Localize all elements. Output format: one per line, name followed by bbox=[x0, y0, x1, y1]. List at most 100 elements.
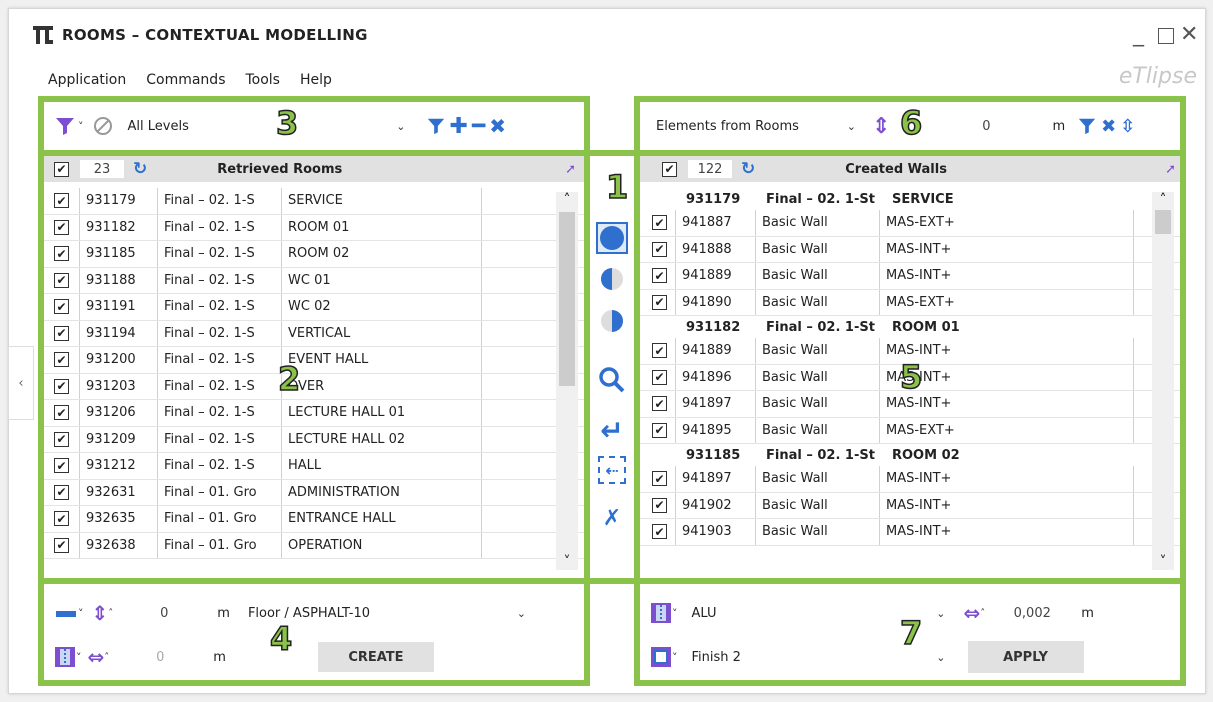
width-input[interactable]: 0 bbox=[119, 642, 202, 672]
chevron-down-icon[interactable]: ˅ bbox=[672, 607, 678, 620]
table-row[interactable]: ✔ 941887 Basic Wall MAS-EXT+ bbox=[640, 210, 1180, 237]
chevron-down-icon[interactable]: ˅ bbox=[78, 607, 84, 620]
add-icon[interactable]: ✚ bbox=[450, 114, 468, 139]
menu-help[interactable]: Help bbox=[300, 72, 332, 88]
scroll-up-icon[interactable]: ˄ bbox=[1152, 192, 1174, 208]
chevron-up-icon[interactable]: ˄ bbox=[108, 608, 113, 619]
height-input[interactable]: 0 bbox=[123, 598, 206, 628]
filter-icon[interactable] bbox=[54, 115, 76, 137]
apply-filter-icon[interactable] bbox=[426, 116, 446, 136]
finish-icon[interactable] bbox=[650, 646, 672, 668]
scroll-up-icon[interactable]: ˄ bbox=[556, 192, 578, 208]
row-checkbox[interactable]: ✔ bbox=[54, 193, 69, 209]
row-checkbox[interactable]: ✔ bbox=[54, 378, 69, 394]
maximize-icon[interactable] bbox=[1158, 28, 1174, 44]
table-row[interactable]: ✔ 941890 Basic Wall MAS-EXT+ bbox=[640, 289, 1180, 316]
filter-icon[interactable] bbox=[1077, 116, 1097, 136]
remove-icon[interactable]: ━ bbox=[472, 114, 485, 139]
table-row[interactable]: ✔ 932635 Final – 01. Gro ENTRANCE HALL bbox=[44, 506, 584, 533]
row-checkbox[interactable]: ✔ bbox=[54, 246, 69, 262]
chevron-down-icon[interactable]: ˅ bbox=[78, 120, 84, 133]
row-checkbox[interactable]: ✔ bbox=[652, 497, 667, 513]
row-checkbox[interactable]: ✔ bbox=[652, 471, 667, 487]
table-row[interactable]: ✔ 932638 Final – 01. Gro OPERATION bbox=[44, 532, 584, 559]
wall-layer-icon[interactable] bbox=[54, 646, 76, 668]
refresh-icon[interactable]: ↻ bbox=[133, 159, 147, 179]
select-cursor-icon[interactable]: ➚ bbox=[1165, 162, 1176, 177]
collapse-left-icon[interactable]: ‹ bbox=[8, 346, 34, 420]
level-dropdown[interactable]: All Levels ⌄ bbox=[121, 111, 412, 141]
table-row[interactable]: ✔ 931209 Final – 02. 1-S LECTURE HALL 02 bbox=[44, 426, 584, 453]
full-room-button[interactable] bbox=[596, 222, 628, 254]
row-checkbox[interactable]: ✔ bbox=[54, 431, 69, 447]
clear-icon[interactable]: ✖ bbox=[1101, 116, 1116, 137]
table-row[interactable]: ✔ 941889 Basic Wall MAS-INT+ bbox=[640, 263, 1180, 290]
apply-button[interactable]: APPLY bbox=[967, 641, 1084, 673]
menu-tools[interactable]: Tools bbox=[245, 72, 280, 88]
table-row[interactable]: ✔ 931188 Final – 02. 1-S WC 01 bbox=[44, 267, 584, 294]
floor-slab-icon[interactable] bbox=[54, 601, 78, 625]
half-right-icon[interactable] bbox=[599, 308, 625, 334]
row-checkbox[interactable]: ✔ bbox=[54, 458, 69, 474]
select-all-checkbox[interactable]: ✔ bbox=[662, 161, 677, 177]
create-button[interactable]: CREATE bbox=[317, 642, 434, 672]
table-row[interactable]: ✔ 941902 Basic Wall MAS-INT+ bbox=[640, 492, 1180, 519]
source-dropdown[interactable]: Elements from Rooms ⌄ bbox=[650, 111, 862, 141]
table-row[interactable]: ✔ 931179 Final – 02. 1-S SERVICE bbox=[44, 188, 584, 215]
return-icon[interactable]: ↵ bbox=[596, 414, 628, 447]
half-left-icon[interactable] bbox=[599, 266, 625, 292]
row-checkbox[interactable]: ✔ bbox=[652, 343, 667, 359]
table-row[interactable]: ✔ 931191 Final – 02. 1-S WC 02 bbox=[44, 294, 584, 321]
chevron-up-icon[interactable]: ˄ bbox=[980, 608, 985, 619]
wall-layer-icon[interactable] bbox=[650, 602, 672, 624]
scroll-thumb[interactable] bbox=[1155, 210, 1171, 234]
minimize-icon[interactable]: _ bbox=[1133, 22, 1144, 47]
table-row[interactable]: ✔ 941895 Basic Wall MAS-EXT+ bbox=[640, 417, 1180, 444]
table-row[interactable]: ✔ 941897 Basic Wall MAS-INT+ bbox=[640, 466, 1180, 493]
select-all-checkbox[interactable]: ✔ bbox=[54, 161, 69, 177]
row-checkbox[interactable]: ✔ bbox=[54, 511, 69, 527]
row-checkbox[interactable]: ✔ bbox=[652, 215, 667, 231]
row-checkbox[interactable]: ✔ bbox=[652, 294, 667, 310]
table-row[interactable]: ✔ 931203 Final – 02. 1-S OVER bbox=[44, 373, 584, 400]
refresh-icon[interactable]: ↻ bbox=[741, 159, 755, 179]
row-checkbox[interactable]: ✔ bbox=[652, 369, 667, 385]
zoom-icon[interactable] bbox=[598, 366, 626, 394]
table-row[interactable]: ✔ 931212 Final – 02. 1-S HALL bbox=[44, 453, 584, 480]
select-cursor-icon[interactable]: ➚ bbox=[565, 162, 576, 177]
row-checkbox[interactable]: ✔ bbox=[652, 268, 667, 284]
row-checkbox[interactable]: ✔ bbox=[54, 405, 69, 421]
no-filter-icon[interactable] bbox=[92, 115, 114, 137]
deselect-icon[interactable]: ✗ bbox=[598, 506, 626, 531]
table-row[interactable]: ✔ 931185 Final – 02. 1-S ROOM 02 bbox=[44, 241, 584, 268]
chevron-up-icon[interactable]: ˄ bbox=[104, 652, 109, 663]
scroll-down-icon[interactable]: ˅ bbox=[556, 554, 578, 570]
scroll-thumb[interactable] bbox=[559, 212, 575, 386]
table-row[interactable]: ✔ 932631 Final – 01. Gro ADMINISTRATION bbox=[44, 479, 584, 506]
table-row[interactable]: ✔ 941888 Basic Wall MAS-INT+ bbox=[640, 236, 1180, 263]
scroll-down-icon[interactable]: ˅ bbox=[1152, 554, 1174, 570]
menu-commands[interactable]: Commands bbox=[146, 72, 225, 88]
clear-icon[interactable]: ✖ bbox=[489, 114, 506, 138]
row-checkbox[interactable]: ✔ bbox=[54, 325, 69, 341]
table-row[interactable]: ✔ 931182 Final – 02. 1-S ROOM 01 bbox=[44, 214, 584, 241]
row-checkbox[interactable]: ✔ bbox=[54, 272, 69, 288]
thickness-input[interactable]: 0,002 bbox=[993, 598, 1072, 628]
menu-application[interactable]: Application bbox=[48, 72, 126, 88]
scrollbar[interactable]: ˄ ˅ bbox=[1152, 192, 1174, 570]
row-checkbox[interactable]: ✔ bbox=[54, 537, 69, 553]
row-checkbox[interactable]: ✔ bbox=[54, 219, 69, 235]
row-checkbox[interactable]: ✔ bbox=[652, 524, 667, 540]
scrollbar[interactable]: ˄ ˅ bbox=[556, 192, 578, 570]
offset-input[interactable]: 0 bbox=[934, 112, 1039, 140]
table-row[interactable]: ✔ 931200 Final – 02. 1-S EVENT HALL bbox=[44, 347, 584, 374]
table-row[interactable]: ✔ 931194 Final – 02. 1-S VERTICAL bbox=[44, 320, 584, 347]
row-checkbox[interactable]: ✔ bbox=[652, 241, 667, 257]
select-element-icon[interactable]: ⇠ bbox=[598, 456, 626, 484]
row-checkbox[interactable]: ✔ bbox=[652, 396, 667, 412]
row-checkbox[interactable]: ✔ bbox=[54, 484, 69, 500]
table-row[interactable]: ✔ 931206 Final – 02. 1-S LECTURE HALL 01 bbox=[44, 400, 584, 427]
row-checkbox[interactable]: ✔ bbox=[54, 299, 69, 315]
row-checkbox[interactable]: ✔ bbox=[652, 422, 667, 438]
chevron-down-icon[interactable]: ˅ bbox=[672, 651, 678, 664]
